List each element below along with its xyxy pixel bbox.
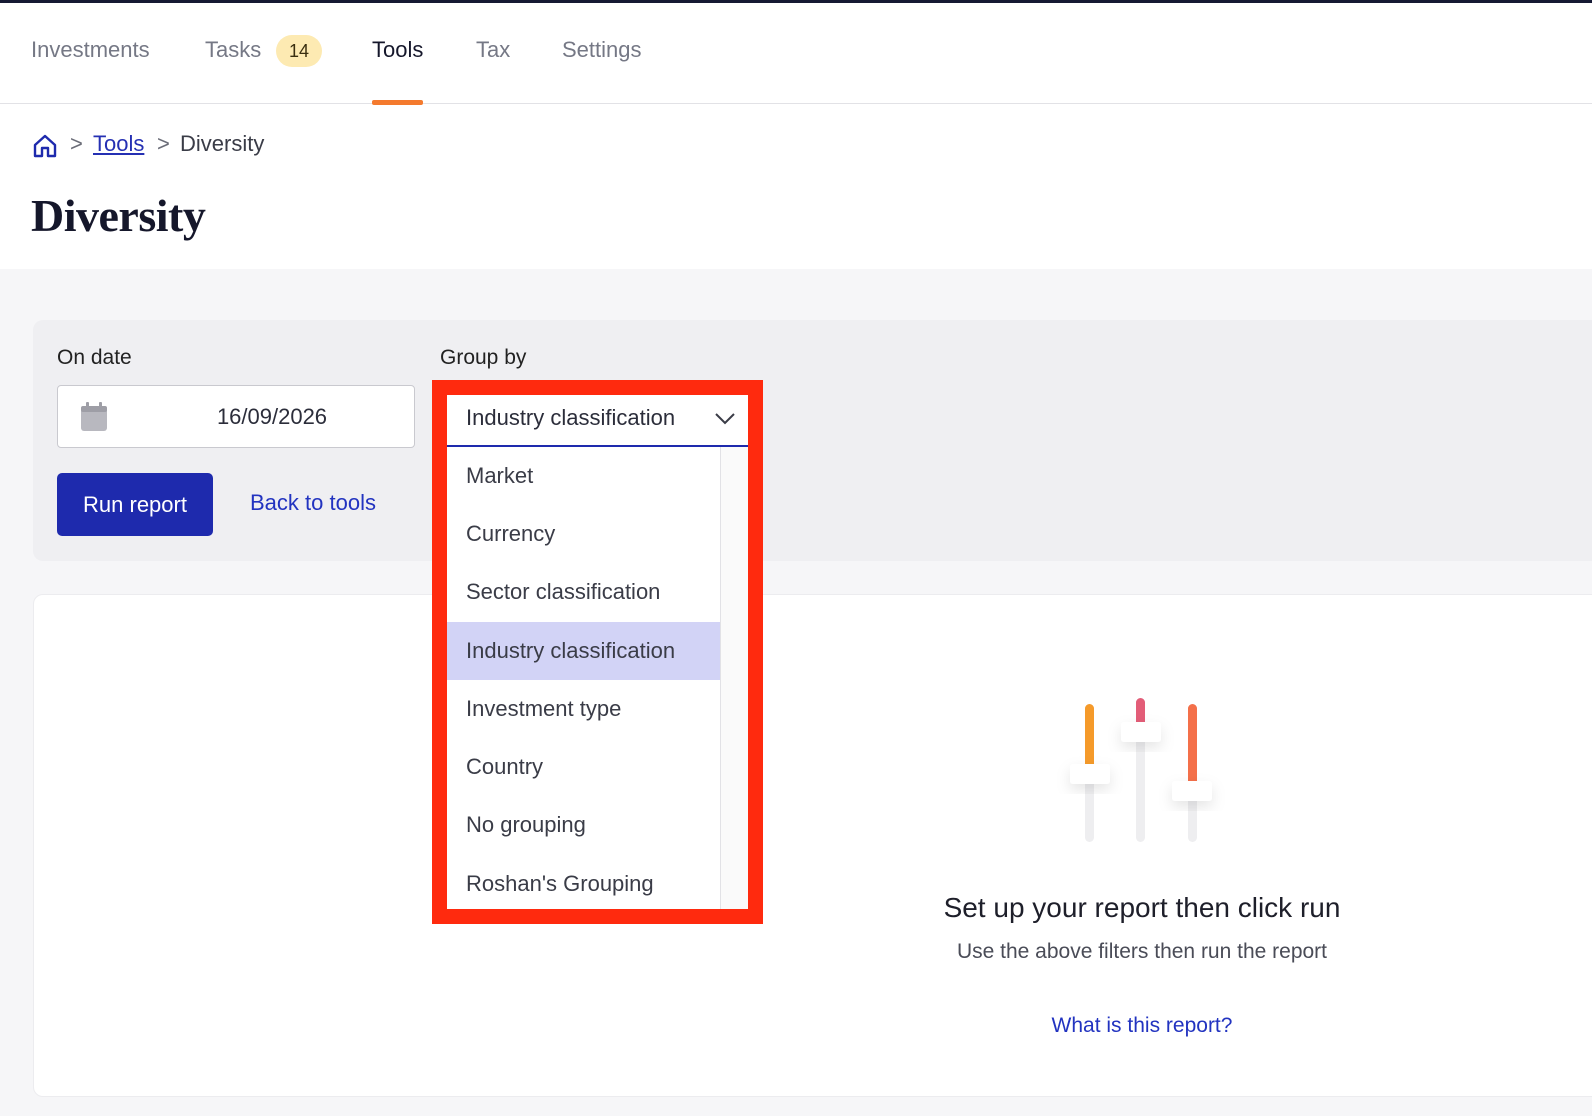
nav-item-label: Tasks (205, 37, 262, 62)
sliders-icon (1070, 698, 1212, 842)
top-nav: Investments Tasks 14 Tools Tax Settings (0, 3, 1592, 105)
empty-state-title: Set up your report then click run (943, 892, 1341, 923)
group-by-label: Group by (440, 346, 527, 369)
nav-item-tax[interactable]: Tax (476, 37, 510, 103)
breadcrumb-separator: > (157, 131, 170, 156)
back-to-tools-link[interactable]: Back to tools (250, 490, 376, 516)
chevron-down-icon (715, 413, 735, 425)
nav-item-label: Tools (372, 37, 424, 62)
page-title: Diversity (31, 190, 206, 241)
nav-item-tools[interactable]: Tools (372, 37, 424, 105)
home-icon[interactable] (32, 133, 58, 159)
dropdown-scrollbar[interactable] (720, 447, 748, 909)
date-value: 16/09/2026 (216, 404, 328, 429)
option-roshans-grouping[interactable]: Roshan's Grouping (447, 855, 720, 909)
option-no-grouping[interactable]: No grouping (447, 796, 720, 854)
run-report-button[interactable]: Run report (57, 473, 213, 536)
option-country[interactable]: Country (447, 738, 720, 796)
breadcrumb-separator: > (70, 131, 83, 156)
what-is-this-report-link[interactable]: What is this report? (900, 1014, 1384, 1038)
option-currency[interactable]: Currency (447, 505, 720, 563)
on-date-label: On date (57, 346, 132, 369)
tasks-count-badge: 14 (276, 35, 322, 67)
nav-item-label: Settings (562, 37, 642, 62)
option-investment-type[interactable]: Investment type (447, 680, 720, 738)
nav-item-label: Tax (476, 37, 511, 62)
option-industry-classification[interactable]: Industry classification (447, 622, 720, 680)
breadcrumb-link-tools[interactable]: Tools (93, 131, 144, 157)
nav-item-settings[interactable]: Settings (562, 37, 642, 103)
nav-item-tasks[interactable]: Tasks (205, 37, 261, 103)
nav-item-investments[interactable]: Investments (31, 37, 150, 103)
group-by-select[interactable]: Industry classification (447, 395, 748, 447)
option-sector-classification[interactable]: Sector classification (447, 563, 720, 621)
nav-item-label: Investments (31, 37, 150, 62)
group-by-value: Industry classification (466, 405, 676, 430)
breadcrumb-current: Diversity (180, 131, 265, 156)
group-by-dropdown: Market Currency Sector classification In… (447, 447, 720, 909)
header: Investments Tasks 14 Tools Tax Settings … (0, 3, 1592, 269)
option-market[interactable]: Market (447, 447, 720, 505)
active-tab-underline (372, 100, 424, 105)
empty-state-subtitle: Use the above filters then run the repor… (956, 940, 1328, 963)
date-field[interactable]: 16/09/2026 (57, 385, 415, 448)
